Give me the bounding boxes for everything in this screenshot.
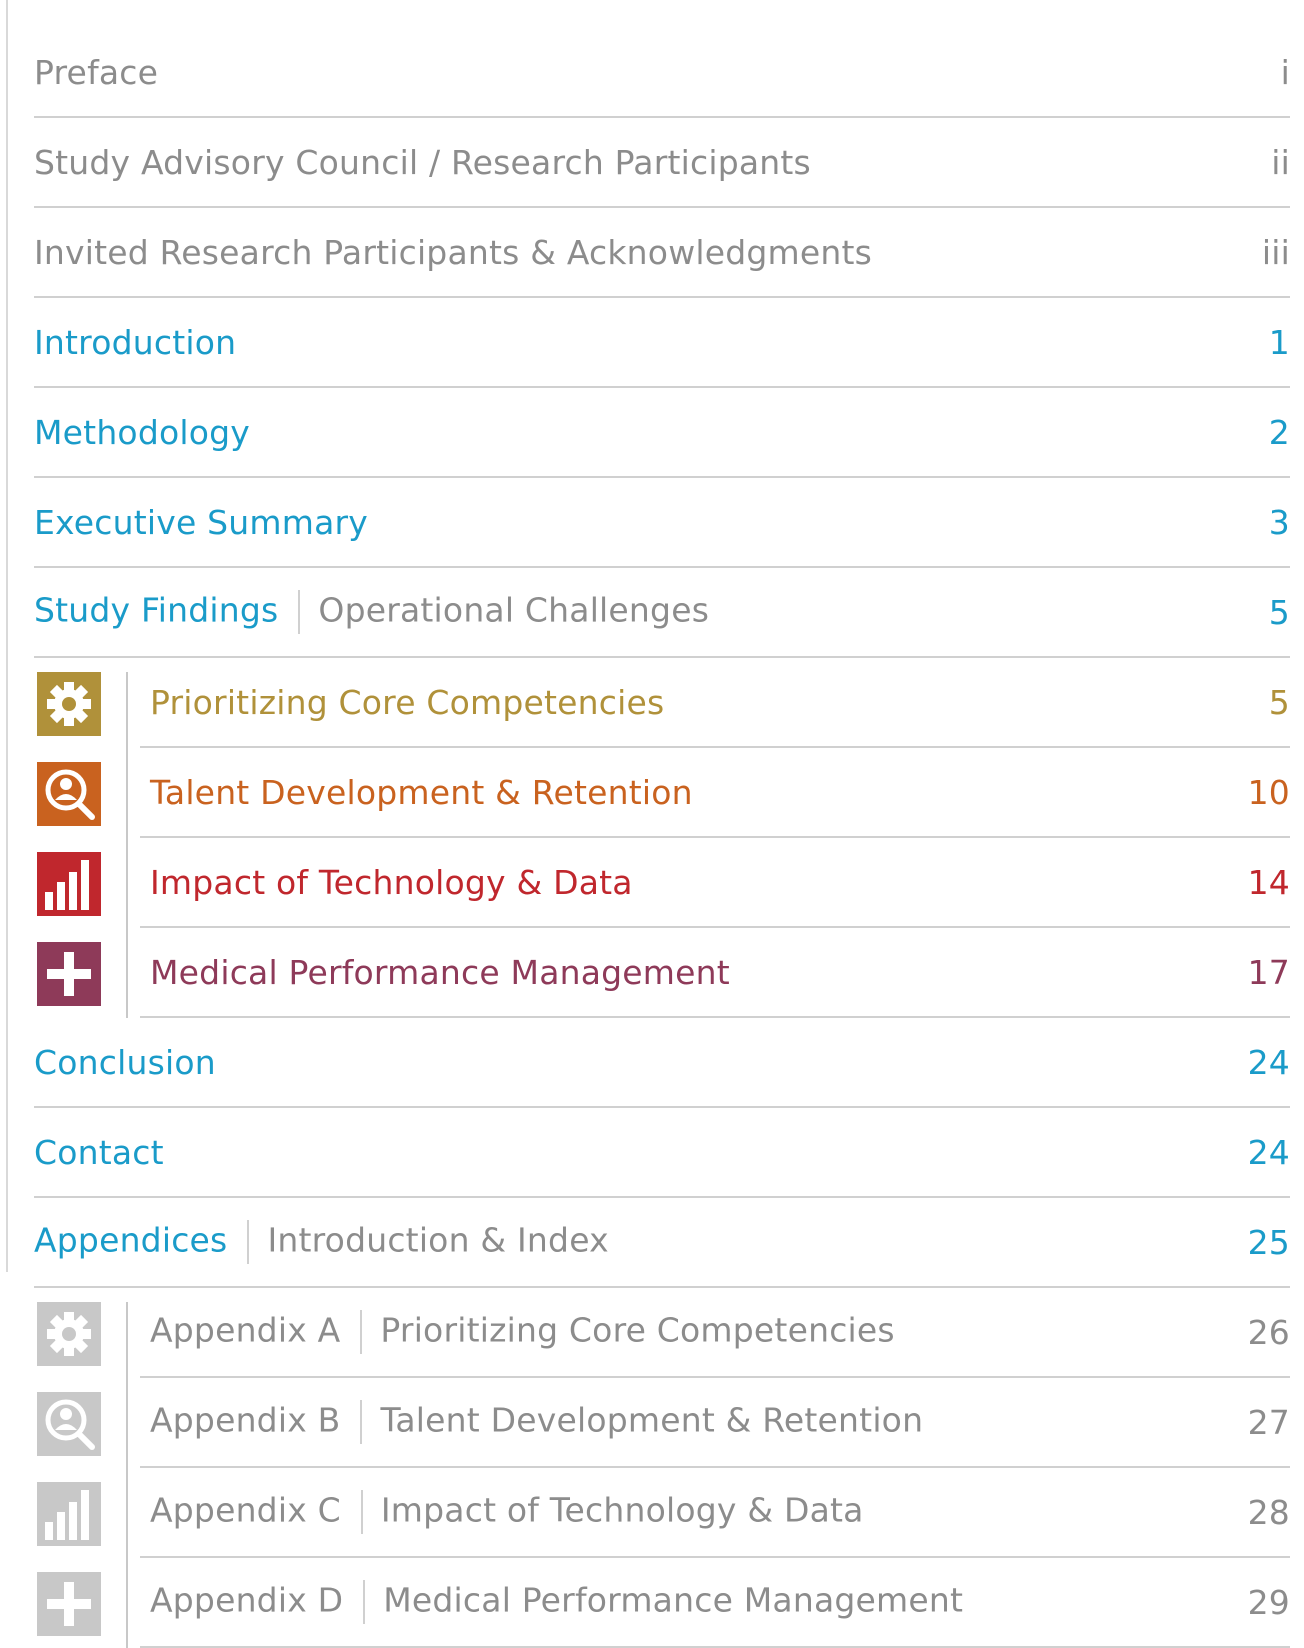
toc-entry-conclusion[interactable]: Conclusion 24 <box>34 1018 1290 1108</box>
gear-icon <box>37 1302 101 1366</box>
toc-entry-core-competencies[interactable]: Prioritizing Core Competencies 5 <box>140 658 1290 748</box>
toc-label: Introduction <box>34 322 237 362</box>
toc-label: Invited Research Participants & Acknowle… <box>34 232 873 272</box>
toc-label-main: Appendix A <box>150 1310 341 1350</box>
toc-label: Appendix B Talent Development & Retention <box>140 1400 1248 1444</box>
toc-entry-talent-development[interactable]: Talent Development & Retention 10 <box>140 748 1290 838</box>
toc-label: Prioritizing Core Competencies <box>150 682 665 722</box>
toc-page-number: 25 <box>1247 1222 1290 1262</box>
toc-sublabel: Operational Challenges <box>318 590 710 630</box>
toc-label: Contact <box>34 1132 164 1172</box>
toc-entry-appendix-d[interactable]: Appendix D Medical Performance Management… <box>140 1558 1290 1648</box>
toc-label: Appendix D Medical Performance Management <box>140 1580 1248 1624</box>
toc-label: Study Advisory Council / Research Partic… <box>34 142 811 182</box>
toc-page-number: 27 <box>1247 1402 1290 1442</box>
divider <box>298 590 301 634</box>
toc-label-main: Appendix D <box>150 1580 344 1620</box>
toc-label: Appendices Introduction & Index <box>34 1220 1248 1264</box>
toc-entry-contact[interactable]: Contact 24 <box>34 1108 1290 1198</box>
toc-entry-appendices[interactable]: Appendices Introduction & Index 25 <box>34 1198 1290 1288</box>
toc-page-number: 28 <box>1247 1492 1290 1532</box>
medical-cross-icon <box>37 942 101 1006</box>
toc-page-number: 5 <box>1268 592 1290 632</box>
person-search-icon <box>37 1392 101 1456</box>
toc-entry-appendix-c[interactable]: Appendix C Impact of Technology & Data 28 <box>140 1468 1290 1558</box>
toc-sublabel: Prioritizing Core Competencies <box>380 1310 895 1350</box>
toc-page-number: 1 <box>1268 322 1290 362</box>
toc-label: Talent Development & Retention <box>150 772 693 812</box>
divider <box>360 1490 363 1534</box>
bar-chart-icon <box>37 1482 101 1546</box>
toc-entry-preface[interactable]: Preface i <box>34 28 1290 118</box>
toc-label: Study Findings Operational Challenges <box>34 590 1269 634</box>
toc-page-number: 2 <box>1268 412 1290 452</box>
toc-page-number: 14 <box>1247 862 1290 902</box>
toc-entry-invited[interactable]: Invited Research Participants & Acknowle… <box>34 208 1290 298</box>
toc-entry-study-findings[interactable]: Study Findings Operational Challenges 5 <box>34 568 1290 658</box>
toc-sublabel: Medical Performance Management <box>383 1580 964 1620</box>
toc-sublabel: Impact of Technology & Data <box>380 1490 864 1530</box>
toc-page-number: 3 <box>1268 502 1290 542</box>
toc-sublabel: Talent Development & Retention <box>380 1400 924 1440</box>
appendix-group-rule <box>126 1302 128 1648</box>
toc-label: Appendix C Impact of Technology & Data <box>140 1490 1248 1534</box>
toc-label-main: Appendix B <box>150 1400 341 1440</box>
toc-label-main: Study Findings <box>34 590 279 630</box>
toc-entry-appendix-b[interactable]: Appendix B Talent Development & Retention… <box>140 1378 1290 1468</box>
toc-label-main: Appendices <box>34 1220 228 1260</box>
divider <box>247 1220 250 1264</box>
medical-cross-icon <box>37 1572 101 1636</box>
page-left-rule <box>6 0 8 1272</box>
toc-page-number: 10 <box>1247 772 1290 812</box>
toc-entry-introduction[interactable]: Introduction 1 <box>34 298 1290 388</box>
toc-label: Methodology <box>34 412 250 452</box>
toc-label: Appendix A Prioritizing Core Competencies <box>140 1310 1248 1354</box>
toc-label: Impact of Technology & Data <box>150 862 633 902</box>
toc-label: Executive Summary <box>34 502 369 542</box>
toc-entry-technology-data[interactable]: Impact of Technology & Data 14 <box>140 838 1290 928</box>
toc-page-number: 24 <box>1247 1132 1290 1172</box>
toc-entry-executive-summary[interactable]: Executive Summary 3 <box>34 478 1290 568</box>
toc-label-main: Appendix C <box>150 1490 341 1530</box>
toc-entry-advisory[interactable]: Study Advisory Council / Research Partic… <box>34 118 1290 208</box>
toc-page-number: 17 <box>1247 952 1290 992</box>
toc-entry-medical-performance[interactable]: Medical Performance Management 17 <box>140 928 1290 1018</box>
findings-group-rule <box>126 672 128 1018</box>
toc-label: Conclusion <box>34 1042 216 1082</box>
toc-page-number: 26 <box>1247 1312 1290 1352</box>
divider <box>363 1580 366 1624</box>
toc-page-number: iii <box>1261 232 1290 272</box>
gear-icon <box>37 672 101 736</box>
toc-page-number: 5 <box>1268 682 1290 722</box>
toc-sublabel: Introduction & Index <box>267 1220 609 1260</box>
person-search-icon <box>37 762 101 826</box>
divider <box>360 1310 363 1354</box>
toc-page-number: 24 <box>1247 1042 1290 1082</box>
toc-label: Medical Performance Management <box>150 952 730 992</box>
toc-entry-appendix-a[interactable]: Appendix A Prioritizing Core Competencies… <box>140 1288 1290 1378</box>
toc-page-number: i <box>1280 52 1290 92</box>
toc-page-number: 29 <box>1247 1582 1290 1622</box>
toc-page-number: ii <box>1271 142 1290 182</box>
toc-label: Preface <box>34 52 159 92</box>
divider <box>360 1400 363 1444</box>
bar-chart-icon <box>37 852 101 916</box>
toc-entry-methodology[interactable]: Methodology 2 <box>34 388 1290 478</box>
